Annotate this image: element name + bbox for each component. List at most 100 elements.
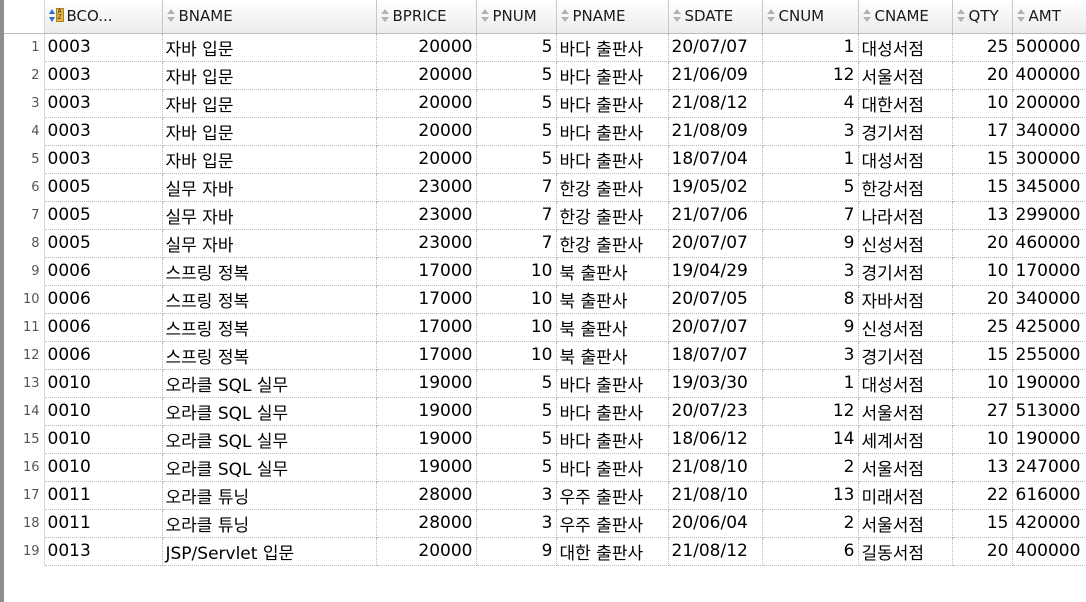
table-row[interactable]: 18 0011 오라클 튜닝 28000 3 우주 출판사 20/06/04 2 서울서점 15 4… [4, 509, 1086, 538]
cell-sdate[interactable]: 18/06/12 [668, 425, 763, 454]
cell-qty[interactable]: 15 [952, 509, 1013, 538]
cell-pnum[interactable]: 5 [476, 117, 557, 146]
cell-amt[interactable]: 460000 [1012, 229, 1086, 258]
table-row[interactable]: 13 0010 오라클 SQL 실무 19000 5 바다 출판사 19/03/30 1 대성서… [4, 369, 1086, 398]
cell-pnum[interactable]: 5 [476, 369, 557, 398]
table-row[interactable]: 3 0003 자바 입문 20000 5 바다 출판사 21/08/12 4 대한서점 10 200… [4, 89, 1086, 118]
cell-cnum[interactable]: 3 [762, 341, 859, 370]
cell-cnum[interactable]: 2 [762, 509, 859, 538]
cell-qty[interactable]: 20 [952, 285, 1013, 314]
cell-bname[interactable]: 오라클 튜닝 [162, 509, 377, 538]
column-header-sdate[interactable]: SDATE [668, 0, 763, 34]
cell-bprice[interactable]: 20000 [376, 89, 477, 118]
cell-amt[interactable]: 340000 [1012, 117, 1086, 146]
cell-bname[interactable]: 실무 자바 [162, 201, 377, 230]
cell-sdate[interactable]: 20/07/07 [668, 313, 763, 342]
cell-qty[interactable]: 20 [952, 537, 1013, 566]
cell-cnum[interactable]: 7 [762, 201, 859, 230]
table-row[interactable]: 12 0006 스프링 정복 17000 10 북 출판사 18/07/07 3 경기서점 15 2… [4, 341, 1086, 370]
row-number[interactable]: 2 [4, 61, 45, 90]
cell-cnum[interactable]: 13 [762, 481, 859, 510]
cell-cname[interactable]: 서울서점 [858, 509, 953, 538]
cell-amt[interactable]: 299000 [1012, 201, 1086, 230]
column-header-qty[interactable]: QTY [952, 0, 1013, 34]
cell-pnum[interactable]: 3 [476, 509, 557, 538]
column-header-pnum[interactable]: PNUM [476, 0, 557, 34]
cell-bco[interactable]: 0011 [44, 509, 163, 538]
cell-pname[interactable]: 바다 출판사 [556, 145, 669, 174]
cell-cnum[interactable]: 1 [762, 33, 859, 62]
cell-pname[interactable]: 바다 출판사 [556, 425, 669, 454]
column-header-cname[interactable]: CNAME [858, 0, 953, 34]
cell-pname[interactable]: 한강 출판사 [556, 201, 669, 230]
cell-cnum[interactable]: 3 [762, 257, 859, 286]
column-header-pname[interactable]: PNAME [556, 0, 669, 34]
cell-pnum[interactable]: 5 [476, 397, 557, 426]
cell-qty[interactable]: 10 [952, 89, 1013, 118]
cell-cnum[interactable]: 3 [762, 117, 859, 146]
cell-amt[interactable]: 345000 [1012, 173, 1086, 202]
row-number[interactable]: 7 [4, 201, 45, 230]
cell-bprice[interactable]: 23000 [376, 173, 477, 202]
cell-bprice[interactable]: 23000 [376, 229, 477, 258]
column-header-bprice[interactable]: BPRICE [376, 0, 477, 34]
cell-pnum[interactable]: 5 [476, 61, 557, 90]
cell-cname[interactable]: 한강서점 [858, 173, 953, 202]
cell-pname[interactable]: 북 출판사 [556, 285, 669, 314]
cell-sdate[interactable]: 21/07/06 [668, 201, 763, 230]
cell-bprice[interactable]: 20000 [376, 537, 477, 566]
sort-ascending-icon[interactable]: AZ [48, 8, 64, 23]
cell-cname[interactable]: 대한서점 [858, 89, 953, 118]
table-row[interactable]: 7 0005 실무 자바 23000 7 한강 출판사 21/07/06 7 나라서점 13 299… [4, 201, 1086, 230]
cell-pnum[interactable]: 5 [476, 145, 557, 174]
cell-bco[interactable]: 0005 [44, 173, 163, 202]
cell-bco[interactable]: 0006 [44, 341, 163, 370]
cell-bco[interactable]: 0010 [44, 453, 163, 482]
cell-pname[interactable]: 북 출판사 [556, 341, 669, 370]
cell-cnum[interactable]: 1 [762, 369, 859, 398]
row-number[interactable]: 16 [4, 453, 45, 482]
row-number[interactable]: 13 [4, 369, 45, 398]
cell-pnum[interactable]: 7 [476, 229, 557, 258]
cell-pnum[interactable]: 7 [476, 201, 557, 230]
cell-amt[interactable]: 190000 [1012, 425, 1086, 454]
cell-qty[interactable]: 22 [952, 481, 1013, 510]
cell-bprice[interactable]: 17000 [376, 257, 477, 286]
cell-cname[interactable]: 경기서점 [858, 257, 953, 286]
cell-cname[interactable]: 나라서점 [858, 201, 953, 230]
cell-bco[interactable]: 0005 [44, 229, 163, 258]
cell-pnum[interactable]: 3 [476, 481, 557, 510]
column-header-cnum[interactable]: CNUM [762, 0, 859, 34]
cell-qty[interactable]: 25 [952, 313, 1013, 342]
cell-bprice[interactable]: 19000 [376, 425, 477, 454]
table-row[interactable]: 10 0006 스프링 정복 17000 10 북 출판사 20/07/05 8 자바서점 20 3… [4, 285, 1086, 314]
cell-cnum[interactable]: 14 [762, 425, 859, 454]
sort-updown-icon[interactable] [672, 9, 681, 23]
cell-bco[interactable]: 0011 [44, 481, 163, 510]
cell-cnum[interactable]: 4 [762, 89, 859, 118]
cell-sdate[interactable]: 20/07/07 [668, 33, 763, 62]
cell-bco[interactable]: 0003 [44, 117, 163, 146]
cell-bco[interactable]: 0006 [44, 313, 163, 342]
sort-updown-icon[interactable] [380, 9, 389, 23]
cell-pnum[interactable]: 10 [476, 257, 557, 286]
cell-bco[interactable]: 0003 [44, 89, 163, 118]
cell-bprice[interactable]: 20000 [376, 145, 477, 174]
cell-amt[interactable]: 255000 [1012, 341, 1086, 370]
cell-amt[interactable]: 513000 [1012, 397, 1086, 426]
row-number[interactable]: 9 [4, 257, 45, 286]
cell-bname[interactable]: 자바 입문 [162, 33, 377, 62]
cell-bprice[interactable]: 19000 [376, 397, 477, 426]
cell-amt[interactable]: 420000 [1012, 509, 1086, 538]
cell-bprice[interactable]: 17000 [376, 313, 477, 342]
cell-pnum[interactable]: 5 [476, 453, 557, 482]
cell-sdate[interactable]: 20/07/07 [668, 229, 763, 258]
cell-amt[interactable]: 616000 [1012, 481, 1086, 510]
cell-sdate[interactable]: 19/03/30 [668, 369, 763, 398]
cell-bco[interactable]: 0003 [44, 145, 163, 174]
cell-bname[interactable]: 자바 입문 [162, 145, 377, 174]
cell-sdate[interactable]: 21/08/09 [668, 117, 763, 146]
cell-bco[interactable]: 0003 [44, 33, 163, 62]
cell-bprice[interactable]: 19000 [376, 453, 477, 482]
cell-bco[interactable]: 0010 [44, 369, 163, 398]
